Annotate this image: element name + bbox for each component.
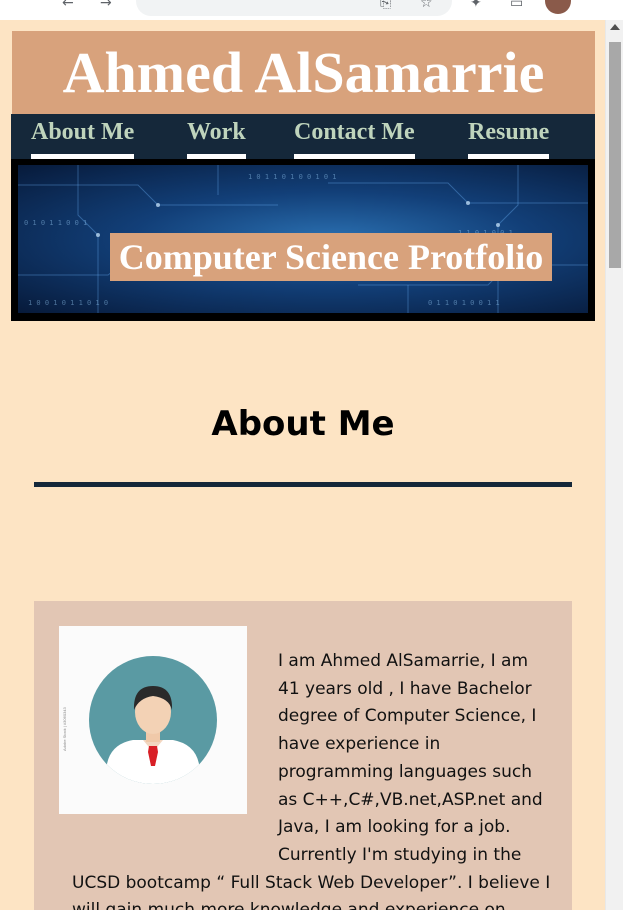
browser-toolbar: ← → ⎘ ☆ ✦ ▭ xyxy=(0,0,623,21)
share-icon[interactable]: ⎘ xyxy=(380,0,391,10)
svg-text:1 0 0 1 0 1 1 0 1 0: 1 0 0 1 0 1 1 0 1 0 xyxy=(28,299,108,307)
page-scrollbar[interactable] xyxy=(605,20,623,910)
circuit-background-image: 0 1 0 1 1 0 0 1 1 0 0 1 0 1 1 0 1 0 1 1 … xyxy=(18,165,588,313)
about-bio: I am Ahmed AlSamarrie, I am 41 years old… xyxy=(34,648,572,910)
svg-text:0 1 1 0 1 0 0 1 1: 0 1 1 0 1 0 0 1 1 xyxy=(428,299,500,307)
photo-spacer xyxy=(34,648,278,842)
nav-link-about[interactable]: About Me xyxy=(31,118,135,159)
hero-banner: 0 1 0 1 1 0 0 1 1 0 0 1 0 1 1 0 1 0 1 1 … xyxy=(11,159,595,321)
nav-link-work[interactable]: Work xyxy=(187,118,246,159)
tab-menu-icon[interactable]: ▭ xyxy=(510,0,523,10)
svg-text:0 1 0 1 1 0 0 1: 0 1 0 1 1 0 0 1 xyxy=(24,219,87,227)
hero-caption: Computer Science Protfolio xyxy=(110,233,552,281)
address-bar[interactable] xyxy=(136,0,452,16)
forward-icon[interactable]: → xyxy=(100,0,112,10)
site-header: Ahmed AlSamarrie xyxy=(12,31,595,115)
nav-link-resume[interactable]: Resume xyxy=(468,118,550,159)
nav-link-contact[interactable]: Contact Me xyxy=(294,118,415,159)
page: Ahmed AlSamarrie About Me Work Contact M… xyxy=(0,20,605,910)
profile-avatar[interactable] xyxy=(545,0,571,14)
scrollbar-thumb[interactable] xyxy=(609,42,621,268)
svg-text:1 0 1 1 0 1 0 0 1 0 1: 1 0 1 1 0 1 0 0 1 0 1 xyxy=(248,173,337,181)
about-card: Adobe Stock | #3060343 I am Ahmed AlSama… xyxy=(34,601,572,910)
extensions-icon[interactable]: ✦ xyxy=(470,0,482,10)
main-nav: About Me Work Contact Me Resume xyxy=(11,114,595,159)
bookmark-star-icon[interactable]: ☆ xyxy=(420,0,433,10)
site-title: Ahmed AlSamarrie xyxy=(62,40,545,105)
section-divider xyxy=(34,482,572,487)
back-icon[interactable]: ← xyxy=(62,0,74,10)
scroll-up-icon[interactable] xyxy=(610,24,620,30)
about-heading: About Me xyxy=(211,404,395,444)
